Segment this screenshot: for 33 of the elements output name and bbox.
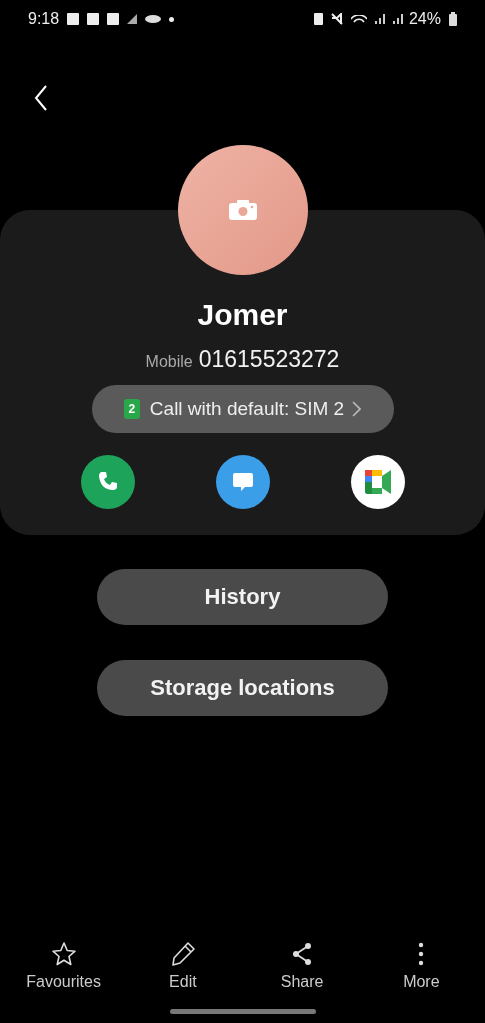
nav-item[interactable]: Share <box>247 941 358 991</box>
option-button[interactable]: History <box>97 569 388 625</box>
battery-icon <box>449 12 457 26</box>
cloud-icon <box>145 15 162 23</box>
signal-icon <box>392 14 403 24</box>
chat-bubble-icon <box>230 470 255 494</box>
star-icon <box>50 941 77 967</box>
mute-icon <box>330 13 343 25</box>
signal-icon <box>374 14 385 24</box>
video-call-button[interactable] <box>350 455 405 509</box>
more-icon <box>418 941 425 967</box>
sim-text: Call with default: SIM 2 <box>149 398 345 420</box>
back-icon[interactable] <box>34 85 48 111</box>
signal-icon <box>127 14 138 24</box>
sim-selector[interactable]: 2 Call with default: SIM 2 <box>91 385 394 433</box>
nav-item[interactable]: More <box>366 941 477 991</box>
contact-name: Jomer <box>197 298 288 332</box>
pencil-icon <box>169 941 196 967</box>
video-camera-icon <box>362 470 393 494</box>
phone-number: 01615523272 <box>198 346 340 373</box>
number-label: Mobile <box>145 353 193 371</box>
nav-item[interactable]: Favourites <box>8 941 119 991</box>
option-button[interactable]: Storage locations <box>97 660 388 716</box>
battery-percentage: 24% <box>408 10 441 28</box>
nav-item[interactable]: Edit <box>127 941 238 991</box>
camera-icon <box>228 200 257 220</box>
chevron-icon <box>352 401 362 417</box>
message-button[interactable] <box>215 455 270 509</box>
status-time: 9:18 <box>28 10 60 28</box>
sim-badge: 2 <box>123 399 140 419</box>
call-button[interactable] <box>80 455 135 509</box>
wifi-icon <box>350 15 367 23</box>
dot-icon <box>169 16 175 22</box>
